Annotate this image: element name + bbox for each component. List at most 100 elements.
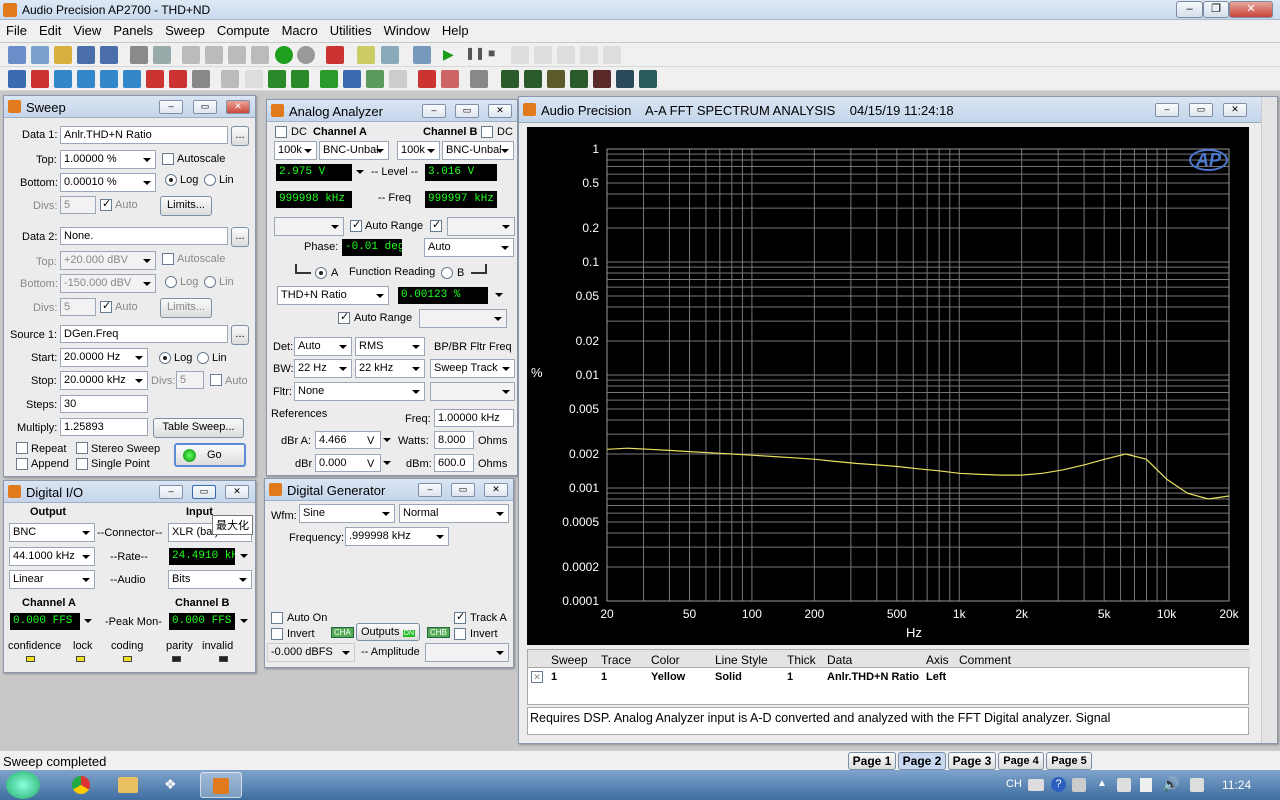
page-5-tab[interactable]: Page 5 [1046,752,1092,770]
function-range-select[interactable] [419,309,507,328]
start-select[interactable]: 20.0000 Hz [60,348,148,367]
row-sweep[interactable]: 1 [551,671,557,683]
col-sweep[interactable]: Sweep [551,653,588,667]
meter-icon[interactable] [169,70,187,88]
col-trace[interactable]: Trace [601,653,631,667]
col-line-style[interactable]: Line Style [715,653,768,667]
copy-icon[interactable] [228,46,246,64]
save-icon[interactable] [77,46,95,64]
step-into-icon[interactable] [580,46,598,64]
dbra-unit-select[interactable] [379,431,395,450]
step-icon[interactable] [557,46,575,64]
data2-browse-button[interactable]: ... [231,227,249,247]
edit-icon[interactable] [470,70,488,88]
auto3-checkbox[interactable] [210,374,222,386]
help-icon[interactable]: ? [1051,777,1066,792]
graph-scrollbar[interactable] [1261,97,1277,743]
data1-field[interactable]: Anlr.THD+N Ratio [60,126,228,144]
data1-browse-button[interactable]: ... [231,126,249,146]
connector-a-select[interactable]: BNC-Unbal [319,141,389,160]
range-a-select[interactable]: 100k [274,141,317,160]
range-b-select[interactable]: 100k [397,141,440,160]
graph-icon[interactable] [8,70,26,88]
settings-icon[interactable] [245,70,263,88]
scope5-icon[interactable] [593,70,611,88]
row-delete-checkbox[interactable]: ✕ [531,671,543,683]
auto-range-a-checkbox[interactable] [350,218,362,232]
new-icon[interactable] [8,46,26,64]
bypass-icon[interactable] [326,46,344,64]
autoscale2-checkbox[interactable] [162,253,174,265]
row-thick[interactable]: 1 [787,671,793,683]
chrome-icon[interactable] [72,776,90,794]
keyboard-icon[interactable] [1028,779,1044,791]
graph-minimize-button[interactable]: – [1155,103,1179,117]
chart-icon[interactable] [366,70,384,88]
plot-area[interactable]: 20 50 100 200 500 1k 2k 5k 10k 20k 1 0.5 0.2 0.1 0.05 0… [527,127,1249,645]
col-axis[interactable]: Axis [926,653,949,667]
glasses-icon[interactable] [534,46,552,64]
row-trace[interactable]: 1 [601,671,607,683]
volume-icon[interactable]: 🔊 [1162,776,1179,793]
view-icon[interactable] [381,46,399,64]
watts-field[interactable]: 8.000 [434,431,474,449]
scope1-icon[interactable] [501,70,519,88]
stop-select[interactable]: 20.0000 kHz [60,371,148,390]
bottom-select[interactable]: 0.00010 % [60,173,156,192]
autoscale1-checkbox[interactable] [162,153,174,165]
pause-icon[interactable]: ❚❚ [465,46,485,64]
bw-low-select[interactable]: 22 Hz [294,359,352,378]
row-data[interactable]: Anlr.THD+N Ratio [827,671,919,683]
menu-file[interactable]: File [0,20,33,41]
row-color[interactable]: Yellow [651,671,685,683]
dbr-unit-select[interactable] [379,454,395,473]
menu-edit[interactable]: Edit [33,20,67,41]
arrow-right-icon[interactable] [320,70,338,88]
divs3-field[interactable]: 5 [176,371,204,389]
divs2-field[interactable]: 5 [60,298,96,316]
source1-field[interactable]: DGen.Freq [60,325,228,343]
run-icon[interactable] [275,46,293,64]
dc-a-checkbox[interactable] [275,126,287,138]
cut-icon[interactable] [205,46,223,64]
play-icon[interactable]: ▶ [443,46,461,64]
restore-button[interactable]: ❐ [1203,1,1229,18]
tray-flag-icon[interactable] [1117,778,1131,792]
stop-square-icon[interactable]: ■ [488,46,506,64]
generator-minimize-button[interactable]: – [418,483,442,497]
speaker-icon[interactable] [192,70,210,88]
function-auto-range-checkbox[interactable] [338,310,350,324]
switcher-icon[interactable] [100,70,118,88]
menu-view[interactable]: View [67,20,107,41]
open-icon[interactable] [54,46,72,64]
scope7-icon[interactable] [639,70,657,88]
stop-icon[interactable] [297,46,315,64]
analyzer-close-button[interactable]: ✕ [488,104,512,118]
auto2-checkbox[interactable] [100,299,112,313]
steps-field[interactable]: 30 [60,395,148,413]
scope4-icon[interactable] [570,70,588,88]
dcx-icon[interactable] [221,70,239,88]
analyzer-icon[interactable] [54,70,72,88]
graph-restore-button[interactable]: ▭ [1189,103,1213,117]
lin3-radio[interactable] [197,352,209,364]
analyzer-minimize-button[interactable]: – [422,104,446,118]
function-a-radio[interactable] [315,267,327,279]
dio-maximize-button[interactable]: ▭ [192,485,216,499]
multiply-field[interactable]: 1.25893 [60,418,148,436]
dc-b-checkbox[interactable] [481,126,493,138]
bottom2-select[interactable]: -150.000 dBV [60,274,156,293]
table-icon[interactable] [389,70,407,88]
paste-icon[interactable] [251,46,269,64]
range-a-mode-select[interactable] [274,217,344,236]
page-2-tab[interactable]: Page 2 [898,752,946,770]
invert-a-checkbox[interactable] [271,628,283,640]
config-icon[interactable] [413,46,431,64]
repeat-checkbox[interactable] [16,442,28,454]
menu-utilities[interactable]: Utilities [324,20,378,41]
det-type-select[interactable]: RMS [355,337,425,356]
out-audio-select[interactable]: Linear [9,570,95,589]
minimize-button[interactable]: – [1176,1,1203,18]
level-a-unit-select[interactable] [352,163,368,182]
page-4-tab[interactable]: Page 4 [998,752,1044,770]
